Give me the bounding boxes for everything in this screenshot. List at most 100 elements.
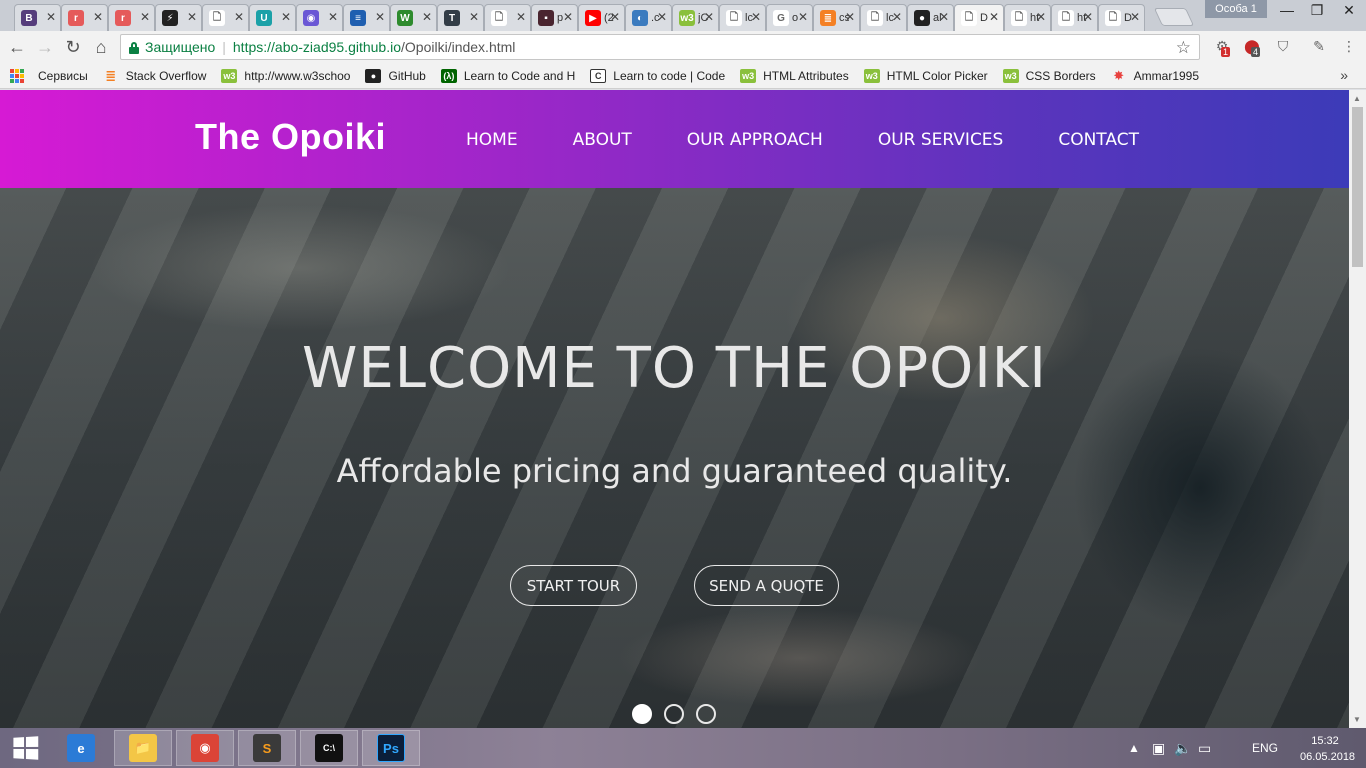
close-tab-icon[interactable]: ✕: [563, 10, 573, 24]
clock[interactable]: 15:32 06.05.2018: [1300, 733, 1355, 765]
new-tab-button[interactable]: [1153, 8, 1195, 26]
close-tab-icon[interactable]: ✕: [140, 10, 150, 24]
close-tab-icon[interactable]: ✕: [845, 10, 855, 24]
reload-icon[interactable]: ↻: [62, 37, 84, 58]
taskbar-app[interactable]: S: [238, 730, 296, 766]
language-indicator[interactable]: ENG: [1252, 728, 1278, 768]
bookmark-item[interactable]: ≣ Stack Overflow: [103, 68, 206, 83]
close-tab-icon[interactable]: ✕: [46, 10, 56, 24]
browser-tab[interactable]: 🗋 ht ✕: [1051, 4, 1098, 31]
close-tab-icon[interactable]: ✕: [234, 10, 244, 24]
nav-link-home[interactable]: HOME: [466, 130, 518, 150]
scroll-up-icon[interactable]: ▲: [1353, 94, 1361, 103]
bookmark-star-icon[interactable]: ☆: [1176, 38, 1191, 58]
vertical-scrollbar[interactable]: ▲ ▼: [1349, 90, 1366, 728]
bookmark-item[interactable]: w3 HTML Attributes: [740, 68, 849, 83]
maximize-icon[interactable]: ❐: [1302, 0, 1332, 20]
bookmark-item[interactable]: (λ) Learn to Code and H: [440, 68, 575, 83]
browser-tab[interactable]: ≣ cs ✕: [813, 4, 860, 31]
close-tab-icon[interactable]: ✕: [610, 10, 620, 24]
close-tab-icon[interactable]: ✕: [939, 10, 949, 24]
close-tab-icon[interactable]: ✕: [751, 10, 761, 24]
browser-tab[interactable]: r ✕: [108, 4, 155, 31]
close-tab-icon[interactable]: ✕: [516, 10, 526, 24]
bookmark-item[interactable]: w3 CSS Borders: [1002, 68, 1096, 83]
extension-icon[interactable]: ⚙ 1: [1213, 38, 1231, 57]
close-tab-icon[interactable]: ✕: [375, 10, 385, 24]
close-tab-icon[interactable]: ✕: [704, 10, 714, 24]
nav-link-about[interactable]: ABOUT: [573, 130, 632, 150]
start-tour-button[interactable]: START TOUR: [510, 565, 637, 606]
taskbar-app[interactable]: C:\: [300, 730, 358, 766]
browser-tab[interactable]: 🗋 ✕: [202, 4, 249, 31]
tray-expand-icon[interactable]: ▲: [1128, 728, 1140, 768]
carousel-dot[interactable]: [696, 704, 716, 724]
volume-icon[interactable]: 🔈: [1174, 728, 1191, 768]
taskbar-app[interactable]: Ps: [362, 730, 420, 766]
profile-button[interactable]: Особа 1: [1205, 0, 1267, 18]
close-tab-icon[interactable]: ✕: [469, 10, 479, 24]
browser-tab[interactable]: 🗋 lc ✕: [719, 4, 766, 31]
close-tab-icon[interactable]: ✕: [187, 10, 197, 24]
scroll-down-icon[interactable]: ▼: [1353, 715, 1361, 724]
scrollbar-thumb[interactable]: [1352, 107, 1363, 267]
browser-tab[interactable]: 🗋 ✕: [484, 4, 531, 31]
carousel-dot[interactable]: [664, 704, 684, 724]
browser-tab[interactable]: 🗋 D ✕: [1098, 4, 1145, 31]
taskbar-app[interactable]: 📁: [114, 730, 172, 766]
bookmark-item[interactable]: w3 http://www.w3schoo: [221, 68, 350, 83]
browser-tab[interactable]: ◉ ✕: [296, 4, 343, 31]
eyedropper-icon[interactable]: ✎: [1310, 38, 1328, 56]
nav-link-contact[interactable]: CONTACT: [1058, 130, 1139, 150]
close-tab-icon[interactable]: ✕: [1130, 10, 1140, 24]
browser-tab[interactable]: U ✕: [249, 4, 296, 31]
shield-icon[interactable]: ⛉: [1274, 38, 1292, 56]
bookmark-item[interactable]: ● GitHub: [365, 68, 426, 83]
bookmark-item[interactable]: ✸ Ammar1995: [1111, 68, 1199, 83]
close-tab-icon[interactable]: ✕: [892, 10, 902, 24]
close-tab-icon[interactable]: ✕: [281, 10, 291, 24]
close-tab-icon[interactable]: ✕: [989, 10, 999, 24]
close-window-icon[interactable]: ✕: [1334, 0, 1364, 20]
menu-icon[interactable]: ⋮: [1340, 38, 1358, 56]
close-tab-icon[interactable]: ✕: [1083, 10, 1093, 24]
browser-tab[interactable]: ● al ✕: [907, 4, 954, 31]
address-bar[interactable]: Защищено | https://abo-ziad95.github.io/…: [120, 34, 1200, 60]
browser-tab[interactable]: r ✕: [61, 4, 108, 31]
site-brand[interactable]: The Opoiki: [195, 116, 386, 158]
browser-tab[interactable]: Go ✕: [766, 4, 813, 31]
nav-link-our-approach[interactable]: OUR APPROACH: [687, 130, 823, 150]
close-tab-icon[interactable]: ✕: [657, 10, 667, 24]
taskbar-app[interactable]: e: [52, 730, 110, 766]
send-quote-button[interactable]: SEND A QUQTE: [694, 565, 839, 606]
close-tab-icon[interactable]: ✕: [422, 10, 432, 24]
browser-tab[interactable]: ⚡ ✕: [155, 4, 202, 31]
close-tab-icon[interactable]: ✕: [1036, 10, 1046, 24]
network-icon[interactable]: ▣: [1152, 728, 1165, 768]
bookmark-item[interactable]: w3 HTML Color Picker: [863, 68, 988, 83]
browser-tab[interactable]: ▪ p ✕: [531, 4, 578, 31]
close-tab-icon[interactable]: ✕: [328, 10, 338, 24]
browser-tab[interactable]: w3 jC ✕: [672, 4, 719, 31]
browser-tab[interactable]: 🗋 lc ✕: [860, 4, 907, 31]
battery-icon[interactable]: ▭: [1198, 728, 1211, 768]
home-icon[interactable]: ⌂: [90, 37, 112, 58]
url-text[interactable]: https://abo-ziad95.github.io/Opoilki/ind…: [233, 39, 516, 55]
adblock-icon[interactable]: ⬤ 4: [1243, 38, 1261, 57]
browser-tab[interactable]: W ✕: [390, 4, 437, 31]
browser-tab[interactable]: 🗋 ht ✕: [1004, 4, 1051, 31]
browser-tab[interactable]: 🗋 D ✕: [954, 4, 1004, 31]
nav-link-our-services[interactable]: OUR SERVICES: [878, 130, 1004, 150]
browser-tab[interactable]: T ✕: [437, 4, 484, 31]
more-bookmarks-icon[interactable]: »: [1340, 67, 1348, 83]
browser-tab[interactable]: ◐ .c ✕: [625, 4, 672, 31]
forward-icon[interactable]: →: [34, 37, 56, 58]
minimize-icon[interactable]: —: [1272, 0, 1302, 20]
bookmark-item[interactable]: Сервисы: [10, 68, 88, 83]
start-button[interactable]: [13, 736, 39, 760]
carousel-dot[interactable]: [632, 704, 652, 724]
browser-tab[interactable]: ▶ (2 ✕: [578, 4, 625, 31]
back-icon[interactable]: ←: [6, 37, 28, 58]
browser-tab[interactable]: ≡ ✕: [343, 4, 390, 31]
close-tab-icon[interactable]: ✕: [93, 10, 103, 24]
